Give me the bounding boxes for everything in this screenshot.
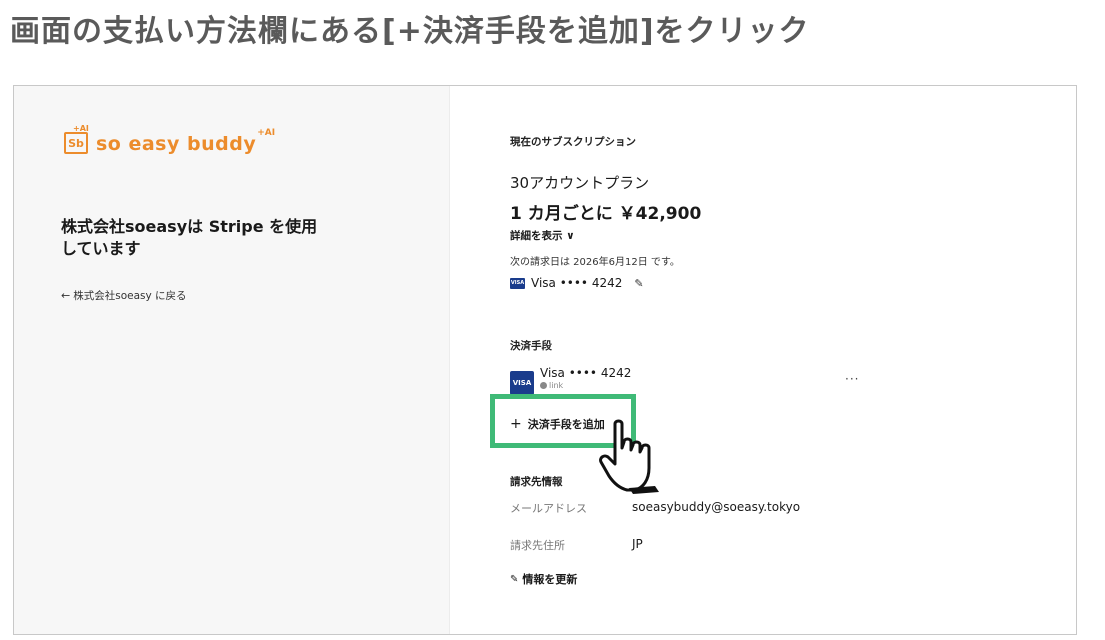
logo-ai-sup: +AI: [257, 128, 276, 138]
address-key: 請求先住所: [510, 539, 565, 552]
more-options-icon[interactable]: ···: [845, 372, 859, 386]
subscription-card-row: VISA Visa •••• 4242 ✎: [510, 276, 644, 290]
update-info-link[interactable]: ✎ 情報を更新: [510, 571, 577, 587]
email-value: soeasybuddy@soeasy.tokyo: [632, 500, 801, 514]
plus-icon: +: [510, 416, 522, 432]
plan-name: 30アカウントプラン: [510, 174, 650, 192]
pointing-hand-cursor-icon: [599, 419, 659, 494]
pencil-icon[interactable]: ✎: [634, 277, 643, 290]
next-billing-date: 次の請求日は 2026年6月12日 です。: [510, 257, 680, 268]
back-to-merchant-link[interactable]: ← 株式会社soeasy に戻る: [61, 288, 187, 303]
link-icon: [540, 382, 547, 389]
stripe-portal-window: +AI Sb so easy buddy +AI 株式会社soeasyは Str…: [13, 85, 1077, 635]
back-link-label: 株式会社soeasy に戻る: [73, 290, 187, 302]
subscription-section-label: 現在のサブスクリプション: [510, 136, 636, 148]
add-payment-method-button[interactable]: + 決済手段を追加: [510, 416, 605, 432]
email-key: メールアドレス: [510, 502, 587, 515]
logo-text: so easy buddy: [96, 133, 257, 155]
payment-methods-heading: 決済手段: [510, 340, 552, 352]
edit-icon: ✎: [510, 573, 519, 585]
subscription-card-label: Visa •••• 4242: [531, 276, 623, 290]
arrow-left-icon: ←: [61, 289, 71, 302]
merchant-pane: +AI Sb so easy buddy +AI 株式会社soeasyは Str…: [14, 86, 449, 634]
instruction-heading: 画面の支払い方法欄にある[+決済手段を追加]をクリック: [10, 14, 810, 49]
plan-price: 1 カ月ごとに ￥42,900: [510, 204, 702, 224]
soeasy-buddy-logo: +AI Sb so easy buddy +AI: [64, 124, 275, 155]
visa-card-icon: VISA: [510, 371, 534, 395]
address-value: JP: [632, 537, 643, 551]
billing-address-row: 請求先住所 JP: [510, 537, 643, 553]
visa-card-icon: VISA: [510, 277, 525, 289]
show-details-toggle[interactable]: 詳細を表示 ∨: [510, 228, 575, 243]
link-badge: link: [540, 381, 631, 390]
billing-email-row: メールアドレス soeasybuddy@soeasy.tokyo: [510, 500, 800, 516]
add-payment-method-label: 決済手段を追加: [527, 418, 605, 431]
billing-info-heading: 請求先情報: [510, 476, 563, 488]
logo-badge-text: Sb: [68, 136, 84, 150]
logo-badge-ai: +AI: [73, 124, 89, 133]
link-badge-label: link: [549, 381, 564, 390]
update-info-label: 情報を更新: [522, 573, 578, 586]
payment-method-card-label: Visa •••• 4242: [540, 366, 632, 380]
merchant-title: 株式会社soeasyは Stripe を使用しています: [61, 217, 318, 258]
portal-main: 現在のサブスクリプション 30アカウントプラン 1 カ月ごとに ￥42,900 …: [449, 86, 1076, 634]
logo-badge-icon: +AI Sb: [64, 124, 89, 154]
payment-method-item: VISA Visa •••• 4242 link: [510, 366, 631, 395]
